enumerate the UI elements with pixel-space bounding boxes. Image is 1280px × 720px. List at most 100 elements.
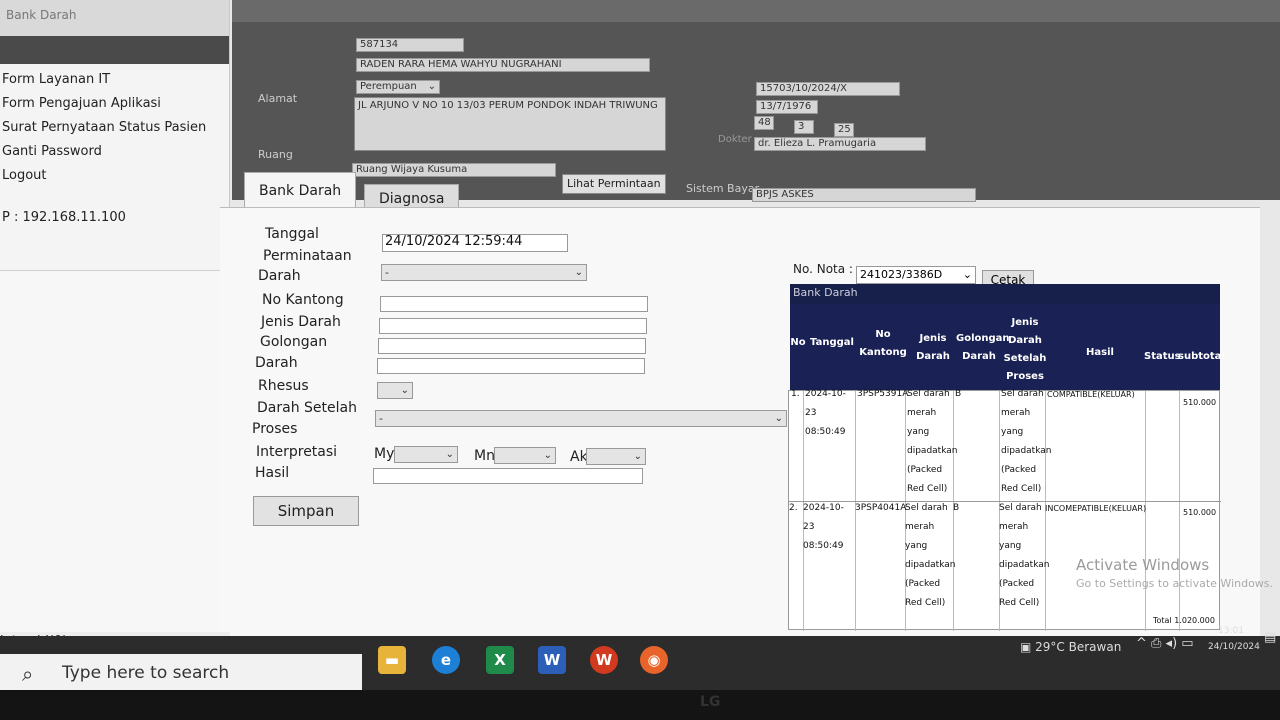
- tgl-lahir-field[interactable]: 13/7/1976: [756, 100, 818, 114]
- sidebar-item-form-layanan-it[interactable]: Form Layanan IT: [2, 68, 229, 92]
- alamat-textarea[interactable]: JL ARJUNO V NO 10 13/03 PERUM PONDOK IND…: [354, 97, 666, 151]
- word-icon[interactable]: W: [538, 646, 566, 674]
- simpan-button[interactable]: Simpan: [253, 496, 359, 526]
- alamat-label: Alamat: [258, 92, 298, 105]
- col-status: Status: [1144, 351, 1181, 362]
- row-subtotal: 510.000: [1183, 398, 1217, 407]
- notification-icon[interactable]: ▤: [1264, 630, 1276, 645]
- jenis-darah-input[interactable]: [379, 318, 647, 334]
- perminataan-label: Perminataan: [263, 248, 352, 264]
- nama-field[interactable]: RADEN RARA HEMA WAHYU NUGRAHANI: [356, 58, 650, 72]
- row-setelah-proses: Sel darah merah yang dipadatkan (Packed …: [999, 503, 1050, 608]
- no-nota-label: No. Nota :: [793, 262, 853, 276]
- dokter-label: Dokter: [718, 134, 752, 145]
- sidebar-item-logout[interactable]: Logout: [2, 164, 229, 188]
- hasil-label: Hasil: [255, 465, 290, 481]
- umur-bulan-field[interactable]: 3: [794, 120, 814, 134]
- weather-text: 29°C Berawan: [1035, 640, 1122, 654]
- taskbar: ⌕ Type here to search ▬ e X W W ◉ ▣ 29°C…: [0, 626, 1280, 690]
- no-nota-value: 241023/3386D: [860, 268, 943, 281]
- col-no-kantong: No Kantong: [859, 329, 907, 358]
- no-nota-select[interactable]: 241023/3386D ⌄: [856, 266, 976, 284]
- tanggal-input[interactable]: 24/10/2024 12:59:44: [382, 234, 568, 252]
- sidebar-item-ganti-password[interactable]: Ganti Password: [2, 140, 229, 164]
- col-jenis-darah: Jenis Darah: [916, 333, 950, 362]
- monitor-brand-logo: LG: [700, 694, 721, 710]
- golongan-label: Golongan: [260, 334, 328, 350]
- col-subtotal: subtotal: [1178, 351, 1225, 362]
- mn-label: Mn: [474, 448, 495, 464]
- mn-select[interactable]: ⌄: [494, 447, 556, 464]
- tab-bank-darah-label: Bank Darah: [259, 183, 342, 199]
- tab-bank-darah[interactable]: Bank Darah: [244, 172, 357, 210]
- tanggal-label: Tanggal: [265, 226, 319, 242]
- rhesus-label: Rhesus: [258, 378, 309, 394]
- col-golongan-darah: Golongan Darah: [956, 333, 1010, 362]
- row-tanggal: 2024-10-23 08:50:49: [803, 503, 844, 551]
- ruang-label: Ruang: [258, 148, 293, 161]
- darah-select-value: -: [385, 266, 389, 279]
- dokter-field[interactable]: dr. Elieza L. Pramugaria: [754, 137, 926, 151]
- umur-tahun-field[interactable]: 48: [754, 116, 774, 130]
- wps-icon[interactable]: W: [590, 646, 618, 674]
- proses-select-value: -: [379, 412, 383, 425]
- golongan-darah-input[interactable]: [378, 338, 646, 354]
- screen: Bank Darah Form Layanan IT Form Pengajua…: [0, 0, 1280, 720]
- darah-select[interactable]: - ⌄: [381, 264, 587, 281]
- edge-icon[interactable]: e: [432, 646, 460, 674]
- darah-setelah-proses-select[interactable]: - ⌄: [375, 410, 787, 427]
- hasil-input[interactable]: [373, 468, 643, 484]
- lihat-permintaan-button[interactable]: Lihat Permintaan: [562, 174, 666, 194]
- activate-windows-hint: Go to Settings to activate Windows.: [1076, 577, 1274, 590]
- table-body: 1. 2024-10-23 08:50:49 3PSP5391A Sel dar…: [788, 389, 1221, 631]
- rm-field[interactable]: 587134: [356, 38, 464, 52]
- chevron-down-icon: ⌄: [427, 81, 436, 92]
- tray-icons[interactable]: ^ ⎙ ◂) ▭: [1136, 636, 1194, 651]
- col-no: No: [790, 337, 806, 348]
- ruang-field[interactable]: Ruang Wijaya Kusuma: [352, 163, 556, 177]
- tab-diagnosa-label: Diagnosa: [379, 191, 445, 207]
- sidebar: Bank Darah Form Layanan IT Form Pengajua…: [0, 0, 230, 650]
- col-divider: [1179, 391, 1180, 631]
- table-title: Bank Darah: [790, 284, 1220, 304]
- col-setelah-proses: Jenis Darah Setelah Proses: [1003, 317, 1047, 382]
- ip-address: P : 192.168.11.100: [2, 210, 126, 225]
- jk-select[interactable]: Perempuan ⌄: [356, 80, 440, 94]
- header-strip: [232, 0, 1280, 22]
- no-rawat-field[interactable]: 15703/10/2024/X: [756, 82, 900, 96]
- weather-widget[interactable]: ▣ 29°C Berawan: [1020, 640, 1121, 654]
- golongan-darah-input-2[interactable]: [377, 358, 645, 374]
- my-select[interactable]: ⌄: [394, 446, 458, 463]
- sidebar-item-form-pengajuan-aplikasi[interactable]: Form Pengajuan Aplikasi: [2, 92, 229, 116]
- sidebar-empty-area: [0, 270, 224, 650]
- table-header: No Tanggal No Kantong Jenis Darah Golong…: [790, 304, 1225, 392]
- chevron-down-icon: ⌄: [574, 267, 583, 278]
- no-kantong-input[interactable]: [380, 296, 648, 312]
- clock-time: 13:01: [1218, 626, 1244, 636]
- row-no: 2.: [789, 503, 798, 513]
- row-hasil: INCOMEPATIBLE(KELUAR): [1045, 504, 1147, 513]
- monitor-bezel: LG: [0, 690, 1280, 720]
- taskbar-search[interactable]: ⌕ Type here to search: [0, 654, 362, 690]
- chevron-down-icon: ⌄: [633, 451, 642, 462]
- row-subtotal: 510.000: [1183, 508, 1217, 517]
- chevron-down-icon: ⌄: [774, 413, 783, 424]
- activate-windows-watermark: Activate Windows: [1076, 556, 1210, 574]
- umur-hari-field[interactable]: 25: [834, 123, 854, 137]
- jenis-darah-label: Jenis Darah: [261, 314, 341, 330]
- sidebar-item-surat-pernyataan[interactable]: Surat Pernyataan Status Pasien: [2, 116, 229, 140]
- file-explorer-icon[interactable]: ▬: [378, 646, 406, 674]
- excel-icon[interactable]: X: [486, 646, 514, 674]
- sidebar-menu: Form Layanan IT Form Pengajuan Aplikasi …: [0, 64, 229, 188]
- row-hasil: COMPATIBLE(KELUAR): [1047, 390, 1135, 399]
- interpretasi-label: Interpretasi: [256, 444, 338, 460]
- darah-label: Darah: [258, 268, 301, 284]
- firefox-icon[interactable]: ◉: [640, 646, 668, 674]
- row-golongan: B: [953, 503, 960, 513]
- ak-select[interactable]: ⌄: [586, 448, 646, 465]
- row-tanggal: 2024-10-23 08:50:49: [805, 389, 846, 437]
- jk-value: Perempuan: [360, 81, 417, 92]
- darah-setelah-label: Darah Setelah: [257, 400, 357, 416]
- sistem-bayar-field[interactable]: BPJS ASKES: [752, 188, 976, 202]
- rhesus-select[interactable]: ⌄: [377, 382, 413, 399]
